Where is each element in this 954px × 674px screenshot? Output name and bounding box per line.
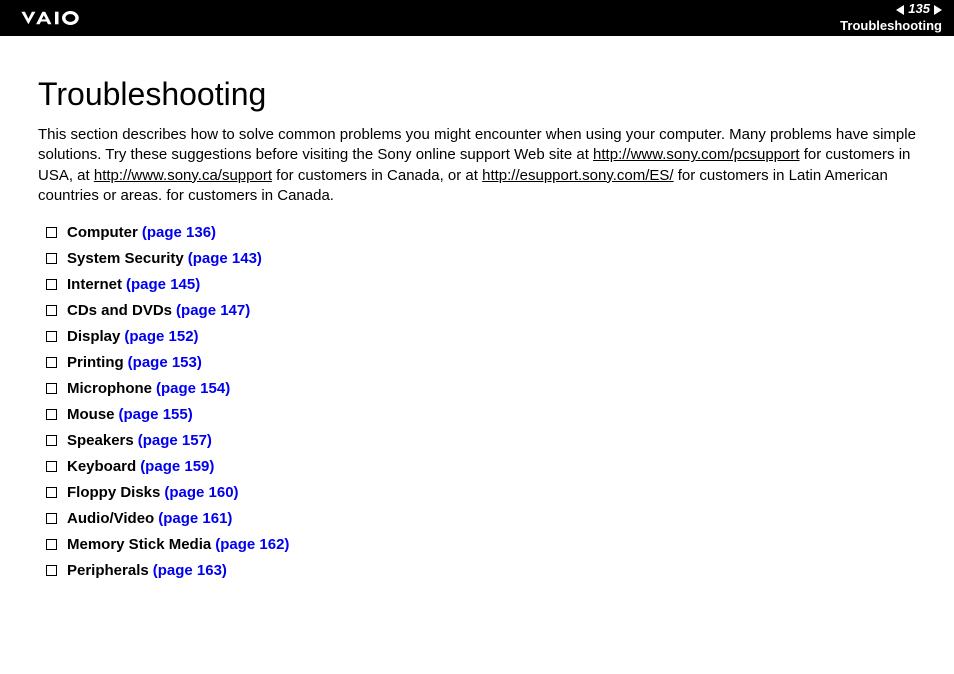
toc-page-link[interactable]: (page 154)	[156, 380, 230, 397]
toc-page-link[interactable]: (page 145)	[126, 276, 200, 293]
toc-item: Speakers(page 157)	[46, 432, 916, 449]
toc-label: Display	[67, 328, 120, 345]
support-link-canada[interactable]: http://www.sony.ca/support	[94, 167, 272, 184]
toc-item: Floppy Disks(page 160)	[46, 484, 916, 501]
toc-label: CDs and DVDs	[67, 302, 172, 319]
toc-label: Speakers	[67, 432, 134, 449]
nav-prev-icon[interactable]	[896, 5, 904, 15]
bullet-icon	[46, 357, 57, 368]
toc-item: Mouse(page 155)	[46, 406, 916, 423]
bullet-icon	[46, 461, 57, 472]
toc-item: Memory Stick Media(page 162)	[46, 536, 916, 553]
toc-label: Internet	[67, 276, 122, 293]
bullet-icon	[46, 409, 57, 420]
page-nav: 135	[840, 1, 942, 18]
bullet-icon	[46, 513, 57, 524]
toc-item: Peripherals(page 163)	[46, 562, 916, 579]
toc-page-link[interactable]: (page 159)	[140, 458, 214, 475]
toc-item: CDs and DVDs(page 147)	[46, 302, 916, 319]
intro-text-3: for customers in Canada, or at	[272, 167, 482, 184]
toc-page-link[interactable]: (page 155)	[119, 406, 193, 423]
page-title: Troubleshooting	[38, 76, 916, 113]
toc-item: Audio/Video(page 161)	[46, 510, 916, 527]
bullet-icon	[46, 305, 57, 316]
toc-item: Keyboard(page 159)	[46, 458, 916, 475]
toc-page-link[interactable]: (page 147)	[176, 302, 250, 319]
toc-label: Computer	[67, 224, 138, 241]
toc-label: Printing	[67, 354, 124, 371]
toc-label: Peripherals	[67, 562, 149, 579]
toc-label: Mouse	[67, 406, 115, 423]
toc-label: Microphone	[67, 380, 152, 397]
bullet-icon	[46, 435, 57, 446]
breadcrumb: Troubleshooting	[840, 18, 942, 35]
header-right: 135 Troubleshooting	[840, 1, 942, 35]
toc-item: Printing(page 153)	[46, 354, 916, 371]
toc-label: Audio/Video	[67, 510, 154, 527]
toc-page-link[interactable]: (page 153)	[128, 354, 202, 371]
vaio-logo	[20, 9, 118, 27]
toc-page-link[interactable]: (page 157)	[138, 432, 212, 449]
toc-list: Computer(page 136) System Security(page …	[38, 224, 916, 579]
toc-label: Keyboard	[67, 458, 136, 475]
page-header: 135 Troubleshooting	[0, 0, 954, 36]
toc-label: Memory Stick Media	[67, 536, 211, 553]
toc-page-link[interactable]: (page 136)	[142, 224, 216, 241]
bullet-icon	[46, 565, 57, 576]
toc-item: Computer(page 136)	[46, 224, 916, 241]
toc-item: Internet(page 145)	[46, 276, 916, 293]
toc-label: Floppy Disks	[67, 484, 160, 501]
bullet-icon	[46, 383, 57, 394]
nav-next-icon[interactable]	[934, 5, 942, 15]
support-link-usa[interactable]: http://www.sony.com/pcsupport	[593, 146, 799, 163]
toc-item: System Security(page 143)	[46, 250, 916, 267]
toc-label: System Security	[67, 250, 184, 267]
toc-page-link[interactable]: (page 160)	[164, 484, 238, 501]
toc-page-link[interactable]: (page 152)	[124, 328, 198, 345]
page-number: 135	[908, 1, 930, 18]
intro-paragraph: This section describes how to solve comm…	[38, 125, 916, 206]
bullet-icon	[46, 279, 57, 290]
toc-item: Microphone(page 154)	[46, 380, 916, 397]
bullet-icon	[46, 253, 57, 264]
bullet-icon	[46, 539, 57, 550]
toc-page-link[interactable]: (page 162)	[215, 536, 289, 553]
toc-page-link[interactable]: (page 143)	[188, 250, 262, 267]
bullet-icon	[46, 227, 57, 238]
bullet-icon	[46, 487, 57, 498]
bullet-icon	[46, 331, 57, 342]
page-content: Troubleshooting This section describes h…	[0, 36, 954, 608]
toc-page-link[interactable]: (page 161)	[158, 510, 232, 527]
toc-page-link[interactable]: (page 163)	[153, 562, 227, 579]
toc-item: Display(page 152)	[46, 328, 916, 345]
support-link-latam[interactable]: http://esupport.sony.com/ES/	[482, 167, 673, 184]
